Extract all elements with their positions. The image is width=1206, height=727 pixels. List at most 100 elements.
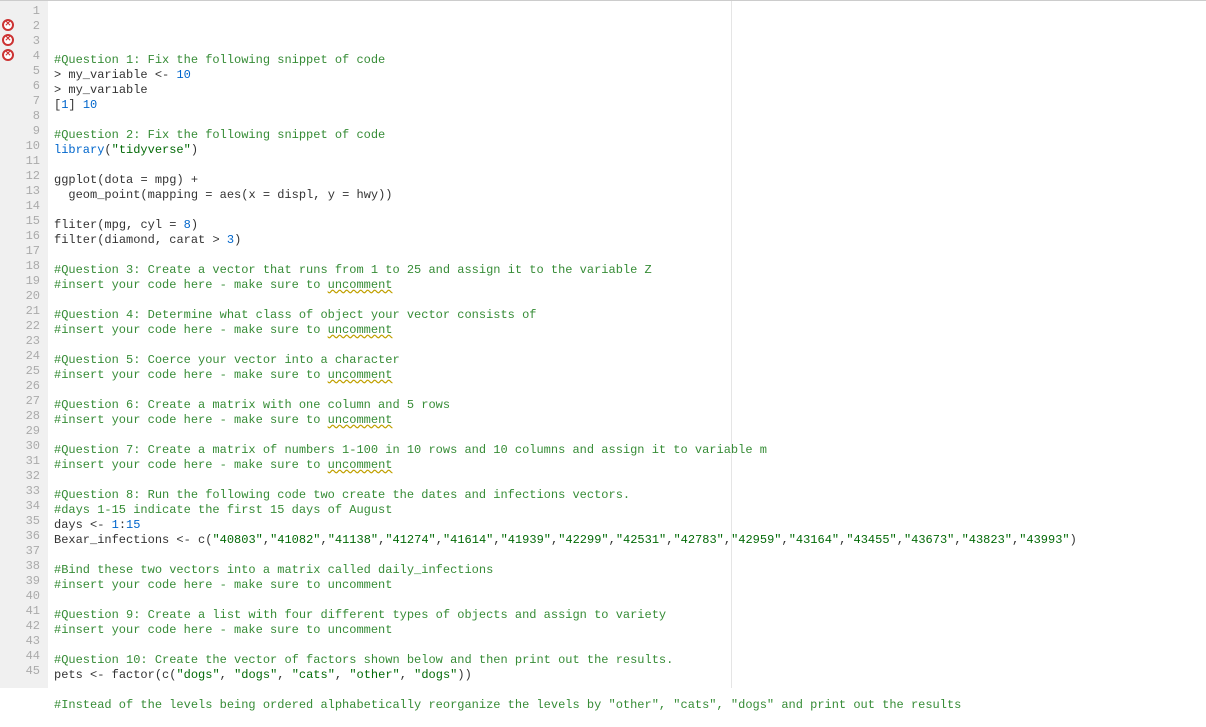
code-line[interactable]: > my_variable <- 10 <box>54 67 1077 82</box>
code-line[interactable]: ggplot(dota = mpg) + <box>54 172 1077 187</box>
token-op: : <box>119 518 126 532</box>
code-line[interactable] <box>54 247 1077 262</box>
token-comment-wavy: uncomment <box>328 278 393 292</box>
error-marker-icon[interactable] <box>2 34 14 46</box>
token-op: , <box>155 233 169 247</box>
token-ident: my_variable <box>68 68 154 82</box>
code-line[interactable]: #Question 10: Create the vector of facto… <box>54 652 1077 667</box>
code-line[interactable]: pets <- factor(c("dogs", "dogs", "cats",… <box>54 667 1077 682</box>
token-ident: cyl <box>140 218 169 232</box>
code-editor[interactable]: 1234567891011121314151617181920212223242… <box>0 1 1206 688</box>
error-marker-icon[interactable] <box>2 19 14 31</box>
token-comment-wavy: uncomment <box>328 413 393 427</box>
code-line[interactable]: fliter(mpg, cyl = 8) <box>54 217 1077 232</box>
token-string: "42531" <box>616 533 666 547</box>
code-line[interactable]: #Instead of the levels being ordered alp… <box>54 697 1077 712</box>
token-ident: geom_point <box>54 188 140 202</box>
code-line[interactable]: library("tidyverse") <box>54 142 1077 157</box>
code-line[interactable] <box>54 682 1077 697</box>
code-line[interactable]: #insert your code here - make sure to un… <box>54 277 1077 292</box>
token-op: = <box>263 188 277 202</box>
token-ident: y <box>328 188 342 202</box>
code-line[interactable]: #Question 5: Coerce your vector into a c… <box>54 352 1077 367</box>
token-comment: #insert your code here - make sure to <box>54 458 328 472</box>
line-number: 31 <box>0 453 40 468</box>
line-number: 25 <box>0 363 40 378</box>
code-line[interactable]: #insert your code here - make sure to un… <box>54 412 1077 427</box>
line-number: 41 <box>0 603 40 618</box>
token-op: , <box>263 533 270 547</box>
token-comment: #Question 10: Create the vector of facto… <box>54 653 673 667</box>
line-number-gutter: 1234567891011121314151617181920212223242… <box>0 1 48 688</box>
token-ident: days <box>54 518 90 532</box>
error-marker-icon[interactable] <box>2 49 14 61</box>
token-op: > <box>54 83 68 97</box>
token-comment: #Question 5: Coerce your vector into a c… <box>54 353 400 367</box>
code-line[interactable]: #Question 3: Create a vector that runs f… <box>54 262 1077 277</box>
code-line[interactable]: #Question 8: Run the following code two … <box>54 487 1077 502</box>
code-line[interactable] <box>54 382 1077 397</box>
code-line[interactable] <box>54 472 1077 487</box>
code-line[interactable] <box>54 592 1077 607</box>
token-comment: #Question 1: Fix the following snippet o… <box>54 53 385 67</box>
code-line[interactable]: #insert your code here - make sure to un… <box>54 367 1077 382</box>
code-line[interactable]: > my_varıable <box>54 82 1077 97</box>
code-line[interactable]: #Question 7: Create a matrix of numbers … <box>54 442 1077 457</box>
token-comment-wavy: uncomment <box>328 323 393 337</box>
line-number: 28 <box>0 408 40 423</box>
code-line[interactable]: #Question 1: Fix the following snippet o… <box>54 52 1077 67</box>
token-string: "cats" <box>292 668 335 682</box>
code-line[interactable] <box>54 427 1077 442</box>
code-line[interactable]: #Bind these two vectors into a matrix ca… <box>54 562 1077 577</box>
code-line[interactable] <box>54 637 1077 652</box>
code-line[interactable]: #Question 9: Create a list with four dif… <box>54 607 1077 622</box>
line-number: 32 <box>0 468 40 483</box>
code-line[interactable]: days <- 1:15 <box>54 517 1077 532</box>
token-comment: #Bind these two vectors into a matrix ca… <box>54 563 493 577</box>
token-op: , <box>313 188 327 202</box>
code-line[interactable]: #insert your code here - make sure to un… <box>54 622 1077 637</box>
token-string: "40803" <box>212 533 262 547</box>
code-line[interactable]: #insert your code here - make sure to un… <box>54 577 1077 592</box>
code-line[interactable] <box>54 547 1077 562</box>
code-line[interactable] <box>54 337 1077 352</box>
code-line[interactable]: #insert your code here - make sure to un… <box>54 457 1077 472</box>
line-number: 42 <box>0 618 40 633</box>
code-line[interactable]: filter(diamond, carat > 3) <box>54 232 1077 247</box>
code-line[interactable] <box>54 157 1077 172</box>
code-line[interactable]: #Question 2: Fix the following snippet o… <box>54 127 1077 142</box>
code-line[interactable] <box>54 202 1077 217</box>
token-comment: #Instead of the levels being ordered alp… <box>54 698 961 712</box>
code-line[interactable] <box>54 112 1077 127</box>
code-line[interactable] <box>54 292 1077 307</box>
token-number: 3 <box>227 233 234 247</box>
code-line[interactable]: #insert your code here - make sure to un… <box>54 322 1077 337</box>
token-op: , <box>609 533 616 547</box>
code-line[interactable]: #Question 4: Determine what class of obj… <box>54 307 1077 322</box>
code-line[interactable]: #Question 6: Create a matrix with one co… <box>54 397 1077 412</box>
line-number: 39 <box>0 573 40 588</box>
token-op: > <box>212 233 226 247</box>
token-op: ( <box>155 668 162 682</box>
token-op: ) <box>234 233 241 247</box>
token-op: ) <box>191 143 198 157</box>
token-comment: #Question 7: Create a matrix of numbers … <box>54 443 767 457</box>
token-string: "43164" <box>789 533 839 547</box>
token-number: 10 <box>176 68 190 82</box>
token-comment: #insert your code here - make sure to <box>54 323 328 337</box>
code-line[interactable]: Bexar_infections <- c("40803","41082","4… <box>54 532 1077 547</box>
code-line[interactable]: #days 1-15 indicate the first 15 days of… <box>54 502 1077 517</box>
line-number: 21 <box>0 303 40 318</box>
token-ident: hwy <box>357 188 379 202</box>
token-number: 8 <box>184 218 191 232</box>
code-line[interactable] <box>54 712 1077 727</box>
token-op: ( <box>104 143 111 157</box>
token-string: "42783" <box>673 533 723 547</box>
token-op: , <box>335 668 349 682</box>
code-line[interactable]: geom_point(mapping = aes(x = displ, y = … <box>54 187 1077 202</box>
token-ident: fliter <box>54 218 97 232</box>
line-number: 13 <box>0 183 40 198</box>
token-ident: ggplot <box>54 173 97 187</box>
code-line[interactable]: [1] 10 <box>54 97 1077 112</box>
code-area[interactable]: #Question 1: Fix the following snippet o… <box>48 1 1077 688</box>
